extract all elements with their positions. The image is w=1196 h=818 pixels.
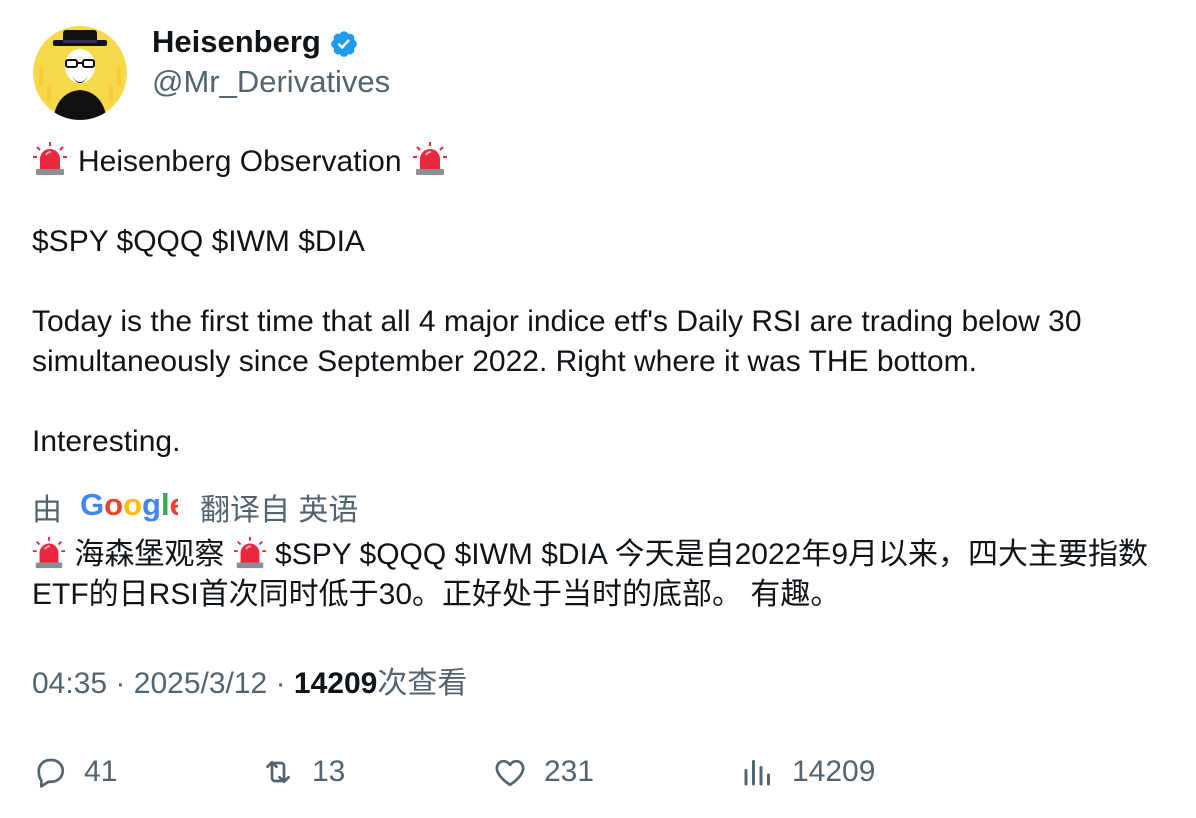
- views-label: 次查看: [377, 667, 468, 700]
- reply-button[interactable]: 41: [32, 750, 117, 794]
- police-siren-icon: [32, 536, 66, 570]
- tweet-title-line: Heisenberg Observation: [32, 141, 1172, 182]
- cashtag-link[interactable]: $QQQ: [117, 225, 204, 258]
- author-handle[interactable]: @Mr_Derivatives: [152, 62, 390, 102]
- tweet-date[interactable]: 2025/3/12: [134, 667, 267, 700]
- tweet-card: Heisenberg @Mr_Derivatives Heisenberg Ob…: [0, 0, 1196, 818]
- meta-separator: ·: [275, 667, 286, 700]
- cashtag-link[interactable]: $IWM: [212, 225, 290, 258]
- like-count: 231: [544, 755, 595, 788]
- translated-title: 海森堡观察: [74, 538, 225, 571]
- tweet-actions: 41 13 231 14209: [32, 750, 1132, 794]
- author-name-row: Heisenberg: [152, 22, 359, 62]
- verified-badge-icon: [329, 29, 359, 59]
- avatar-image: [33, 26, 127, 120]
- cashtag-link[interactable]: $DIA: [298, 225, 365, 258]
- views-action-count: 14209: [792, 755, 876, 788]
- translation-attribution: 由 Google 翻译自 英语: [32, 487, 358, 534]
- meta-separator: ·: [115, 667, 126, 700]
- tweet-meta: 04:35 · 2025/3/12 · 14209次查看: [32, 664, 467, 704]
- translation-prefix: 由: [32, 493, 62, 527]
- analytics-icon: [744, 760, 770, 786]
- translated-from-link[interactable]: 翻译自 英语: [200, 491, 358, 531]
- retweet-button[interactable]: 13: [260, 750, 345, 794]
- avatar[interactable]: [33, 26, 127, 120]
- tweet-text: Heisenberg Observation $SPY $QQQ $IWM $D…: [32, 141, 1172, 462]
- tweet-time[interactable]: 04:35: [32, 667, 107, 700]
- display-name[interactable]: Heisenberg: [152, 22, 321, 62]
- views-count: 14209: [293, 667, 378, 700]
- like-button[interactable]: 231: [492, 750, 594, 794]
- svg-text:Google: Google: [80, 487, 178, 522]
- police-siren-icon: [233, 536, 267, 570]
- tweet-title: Heisenberg Observation: [78, 145, 402, 178]
- police-siren-icon: [412, 141, 448, 177]
- reply-icon: [37, 758, 65, 788]
- retweet-count: 13: [312, 755, 346, 788]
- tweet-paragraph: Today is the first time that all 4 major…: [32, 305, 1082, 378]
- heart-icon: [495, 759, 525, 787]
- tweet-paragraph: Interesting.: [32, 425, 181, 458]
- reply-count: 41: [84, 755, 118, 788]
- google-logo-icon: Google: [80, 487, 187, 534]
- police-siren-icon: [32, 141, 68, 177]
- retweet-icon: [266, 760, 290, 784]
- cashtag-link[interactable]: $SPY: [32, 225, 108, 258]
- views-button[interactable]: 14209: [740, 750, 875, 794]
- translated-text: 海森堡观察 $SPY $QQQ $IWM $DIA 今天是自2022年9月以来，…: [32, 535, 1162, 615]
- cashtag-line: $SPY $QQQ $IWM $DIA: [32, 222, 1172, 262]
